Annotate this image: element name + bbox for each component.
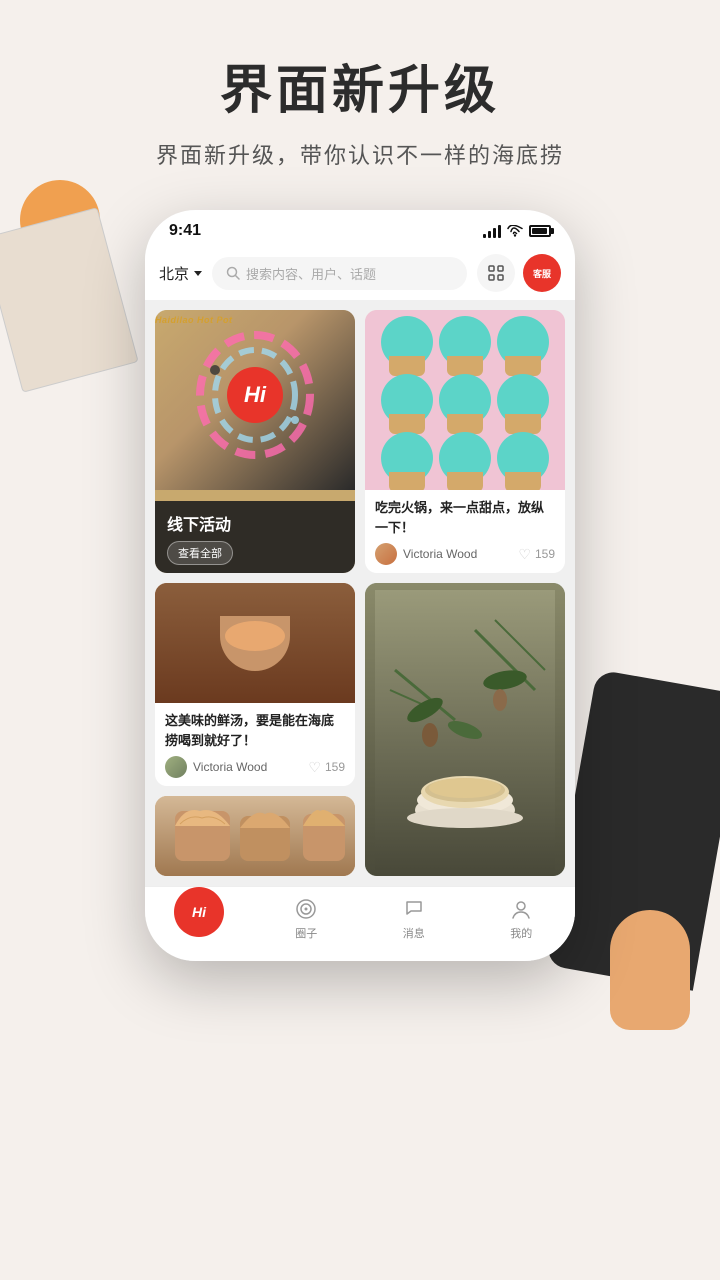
soup-title: 这美味的鲜汤，要是能在海底捞喝到就好了！ [165, 711, 345, 750]
soup-heart-icon: ♡ [308, 759, 321, 776]
cupcake-item [497, 316, 549, 368]
cupcakes-title: 吃完火锅，来一点甜点，放纵一下！ [375, 498, 555, 537]
like-count: ♡ 159 [518, 546, 555, 563]
like-number: 159 [535, 547, 555, 561]
status-time: 9:41 [169, 222, 201, 240]
profile-icon [509, 897, 533, 921]
soup-like-count: ♡ 159 [308, 759, 345, 776]
battery-icon [529, 225, 551, 237]
service-button[interactable]: 客服 [523, 254, 561, 292]
page-header: 界面新升级 界面新升级，带你认识不一样的海底捞 [0, 0, 720, 200]
scan-button[interactable] [477, 254, 515, 292]
phone-frame: 9:41 [145, 210, 575, 961]
banner-image: Haidilao Hot Pot Hi [155, 310, 355, 490]
content-area: Haidilao Hot Pot Hi 线下活动 查 [145, 300, 575, 886]
signal-icon [483, 224, 501, 238]
cupcake-item [439, 316, 491, 368]
winter-visual [365, 583, 565, 876]
svg-text:Hi: Hi [244, 382, 267, 407]
cupcakes-card[interactable]: 吃完火锅，来一点甜点，放纵一下！ Victoria Wood ♡ 159 [365, 310, 565, 573]
soup-author-avatar [165, 756, 187, 778]
status-icons [483, 224, 551, 238]
winter-card[interactable] [365, 583, 565, 876]
soup-meta: Victoria Wood ♡ 159 [165, 756, 345, 778]
bread-card[interactable] [155, 796, 355, 876]
banner-title: 线下活动 [167, 511, 343, 535]
search-bar[interactable]: 搜索内容、用户、话题 [212, 257, 467, 290]
cupcake-item [381, 374, 433, 426]
cupcakes-text: 吃完火锅，来一点甜点，放纵一下！ Victoria Wood ♡ 159 [365, 490, 565, 573]
author-avatar [375, 543, 397, 565]
community-label: 圈子 [295, 925, 317, 941]
home-btn[interactable]: Hi [174, 887, 224, 937]
bread-svg [155, 796, 355, 876]
bread-visual [155, 796, 355, 876]
soup-content [225, 621, 285, 651]
scan-icon [486, 263, 506, 283]
soup-image [155, 583, 355, 703]
winter-scene-svg [375, 590, 555, 870]
header-actions: 客服 [477, 254, 561, 292]
banner-card[interactable]: Haidilao Hot Pot Hi 线下活动 查 [155, 310, 355, 573]
heart-icon: ♡ [518, 546, 531, 563]
nav-community[interactable]: 圈子 [253, 897, 361, 941]
profile-label: 我的 [510, 925, 532, 941]
search-placeholder: 搜索内容、用户、话题 [246, 264, 376, 283]
soup-card[interactable]: 这美味的鲜汤，要是能在海底捞喝到就好了！ Victoria Wood ♡ 159 [155, 583, 355, 786]
location-text: 北京 [159, 263, 189, 284]
app-header: 北京 搜索内容、用户、话题 [145, 246, 575, 300]
cupcake-item [381, 432, 433, 484]
cupcake-item [497, 374, 549, 426]
cupcake-item [497, 432, 549, 484]
service-label: 客服 [533, 267, 551, 280]
community-icon [294, 897, 318, 921]
nav-home[interactable]: Hi [145, 897, 253, 941]
cupcakes-author: Victoria Wood [375, 543, 477, 565]
search-icon [226, 266, 240, 280]
cupcake-grid [365, 310, 565, 490]
cupcakes-meta: Victoria Wood ♡ 159 [375, 543, 555, 565]
winter-image [365, 583, 565, 876]
cupcake-item [439, 432, 491, 484]
nav-message[interactable]: 消息 [360, 897, 468, 941]
chevron-down-icon [194, 271, 202, 276]
cupcakes-image [365, 310, 565, 490]
phone-mockup: 9:41 [0, 210, 720, 961]
cupcake-item [439, 374, 491, 426]
home-logo-icon: Hi [185, 898, 213, 926]
soup-visual [155, 583, 355, 703]
banner-label: 线下活动 查看全部 [155, 501, 355, 573]
banner-btn[interactable]: 查看全部 [167, 541, 233, 565]
soup-author-name: Victoria Wood [193, 760, 267, 774]
soup-author: Victoria Wood [165, 756, 267, 778]
nav-profile[interactable]: 我的 [468, 897, 576, 941]
cupcake-item [381, 316, 433, 368]
svg-text:Hi: Hi [192, 904, 207, 920]
page-title: 界面新升级 [40, 60, 680, 122]
soup-bowl [220, 616, 290, 671]
phone-inner: 9:41 [145, 210, 575, 961]
bread-image [155, 796, 355, 876]
location-button[interactable]: 北京 [159, 263, 202, 284]
status-bar: 9:41 [145, 210, 575, 246]
bottom-nav: Hi 圈子 [145, 886, 575, 961]
soup-text: 这美味的鲜汤，要是能在海底捞喝到就好了！ Victoria Wood ♡ 159 [155, 703, 355, 786]
message-icon [402, 897, 426, 921]
soup-like-number: 159 [325, 760, 345, 774]
message-label: 消息 [403, 925, 425, 941]
page-subtitle: 界面新升级，带你认识不一样的海底捞 [40, 138, 680, 170]
swirl-decoration: Hi [185, 320, 325, 470]
author-name: Victoria Wood [403, 547, 477, 561]
wifi-icon [507, 225, 523, 237]
